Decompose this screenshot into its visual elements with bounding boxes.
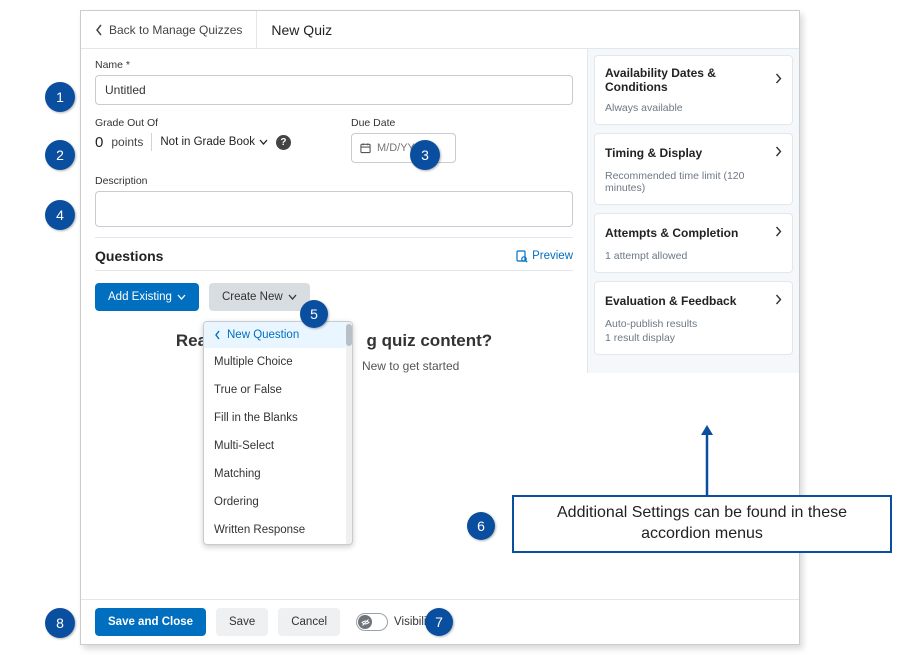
questions-section-header: Questions Preview: [95, 237, 573, 271]
preview-link[interactable]: Preview: [515, 250, 573, 263]
create-new-label: Create New: [222, 291, 283, 303]
name-input[interactable]: [95, 75, 573, 105]
question-type-multi-select[interactable]: Multi-Select: [204, 432, 352, 460]
name-label: Name *: [95, 59, 573, 71]
grade-label: Grade Out Of: [95, 117, 291, 129]
accordion-subtext: 1 attempt allowed: [605, 250, 782, 262]
accordion-attempts[interactable]: Attempts & Completion 1 attempt allowed: [594, 213, 793, 273]
question-type-multiple-choice[interactable]: Multiple Choice: [204, 348, 352, 376]
question-type-written-response[interactable]: Written Response: [204, 516, 352, 544]
accordion-title: Attempts & Completion: [605, 226, 738, 240]
question-actions: Add Existing Create New New Question Mul…: [95, 283, 573, 311]
calendar-icon: [360, 142, 371, 154]
annotation-5: 5: [300, 300, 328, 328]
chevron-right-icon: [775, 224, 782, 242]
due-date-label: Due Date: [351, 117, 456, 129]
add-existing-button[interactable]: Add Existing: [95, 283, 199, 311]
visibility-toggle[interactable]: Visibility: [356, 613, 435, 631]
accordion-subtext: Auto-publish results: [605, 318, 782, 330]
accordion-timing[interactable]: Timing & Display Recommended time limit …: [594, 133, 793, 205]
accordion-title: Availability Dates & Conditions: [605, 66, 775, 94]
gradebook-label: Not in Grade Book: [160, 136, 255, 148]
points-value[interactable]: 0: [95, 134, 103, 151]
annotation-arrow: [697, 425, 717, 497]
preview-label: Preview: [532, 250, 573, 262]
body: Name * Grade Out Of 0 points Not in Grad…: [81, 49, 799, 373]
accordion-title: Timing & Display: [605, 146, 702, 160]
back-label: Back to Manage Quizzes: [109, 23, 242, 37]
due-date-input[interactable]: [351, 133, 456, 163]
chevron-left-icon: [95, 24, 103, 36]
question-type-matching[interactable]: Matching: [204, 460, 352, 488]
header-bar: Back to Manage Quizzes New Quiz: [81, 11, 799, 49]
annotation-1: 1: [45, 82, 75, 112]
gradebook-dropdown[interactable]: Not in Grade Book: [151, 133, 268, 151]
accordion-subtext: 1 result display: [605, 332, 782, 344]
chevron-left-icon: [214, 330, 221, 340]
question-type-true-false[interactable]: True or False: [204, 376, 352, 404]
cancel-button[interactable]: Cancel: [278, 608, 340, 636]
accordion-subtext: Always available: [605, 102, 782, 114]
accordion-evaluation[interactable]: Evaluation & Feedback Auto-publish resul…: [594, 281, 793, 355]
chevron-right-icon: [775, 292, 782, 310]
chevron-down-icon: [288, 294, 297, 300]
annotation-callout: Additional Settings can be found in thes…: [512, 495, 892, 553]
annotation-4: 4: [45, 200, 75, 230]
annotation-7: 7: [425, 608, 453, 636]
save-close-button[interactable]: Save and Close: [95, 608, 206, 636]
questions-heading: Questions: [95, 248, 163, 264]
back-link[interactable]: Back to Manage Quizzes: [81, 11, 257, 48]
dropdown-scrollbar[interactable]: [346, 322, 352, 544]
dropdown-header[interactable]: New Question: [204, 322, 352, 348]
question-type-ordering[interactable]: Ordering: [204, 488, 352, 516]
question-type-fill-blanks[interactable]: Fill in the Blanks: [204, 404, 352, 432]
points-unit: points: [111, 135, 143, 149]
annotation-8: 8: [45, 608, 75, 638]
preview-icon: [515, 250, 528, 263]
dropdown-header-label: New Question: [227, 329, 299, 341]
save-button[interactable]: Save: [216, 608, 268, 636]
annotation-2: 2: [45, 140, 75, 170]
chevron-down-icon: [259, 139, 268, 145]
accordion-subtext: Recommended time limit (120 minutes): [605, 170, 782, 194]
description-label: Description: [95, 175, 573, 187]
add-existing-label: Add Existing: [108, 291, 172, 303]
create-new-button[interactable]: Create New: [209, 283, 310, 311]
main-panel: Name * Grade Out Of 0 points Not in Grad…: [81, 49, 587, 373]
eye-off-icon: [361, 618, 370, 627]
help-icon[interactable]: ?: [276, 135, 291, 150]
annotation-3: 3: [410, 140, 440, 170]
chevron-down-icon: [177, 294, 186, 300]
create-new-dropdown: New Question Multiple Choice True or Fal…: [203, 321, 353, 545]
chevron-right-icon: [775, 71, 782, 89]
page-title: New Quiz: [257, 22, 332, 38]
accordion-title: Evaluation & Feedback: [605, 294, 736, 308]
annotation-6: 6: [467, 512, 495, 540]
description-input[interactable]: [95, 191, 573, 227]
settings-sidebar: Availability Dates & Conditions Always a…: [587, 49, 799, 373]
chevron-right-icon: [775, 144, 782, 162]
accordion-availability[interactable]: Availability Dates & Conditions Always a…: [594, 55, 793, 125]
